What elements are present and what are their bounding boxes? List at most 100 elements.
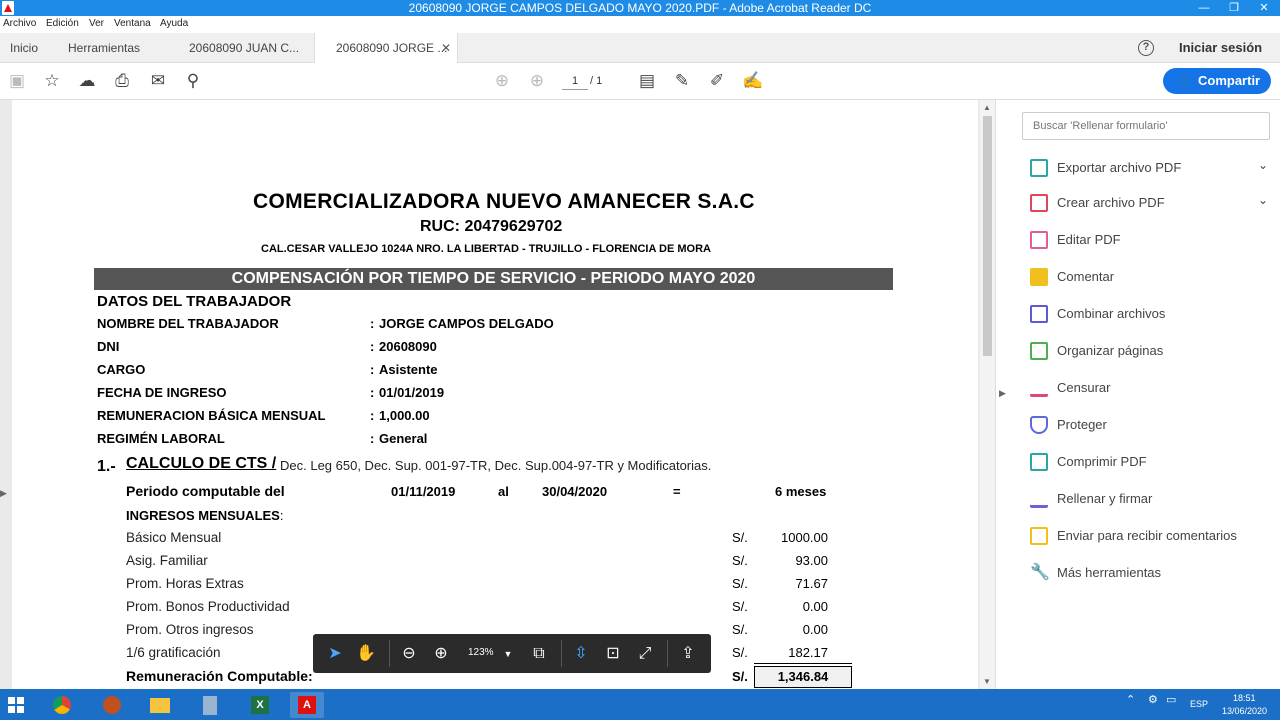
- upload-cloud-icon[interactable]: ☁: [77, 71, 97, 91]
- field-label: CARGO: [97, 362, 146, 377]
- tray-expand-icon[interactable]: ⌃: [1126, 693, 1135, 706]
- file-explorer-icon[interactable]: [143, 692, 177, 718]
- export-pdf-icon: [1030, 159, 1048, 177]
- field-value: 20608090: [379, 339, 437, 354]
- save-icon[interactable]: ▣: [7, 71, 27, 91]
- tab-inicio[interactable]: Inicio: [10, 33, 38, 63]
- sign-icon[interactable]: ✍: [742, 71, 763, 91]
- field-colon: :: [370, 408, 375, 423]
- tool-compress[interactable]: Comprimir PDF: [1028, 451, 1280, 475]
- search-icon[interactable]: ⚲: [183, 71, 203, 91]
- page-number-input[interactable]: 1: [562, 72, 588, 90]
- zoom-out-icon[interactable]: ⊖: [399, 644, 419, 664]
- clock-date[interactable]: 13/06/2020: [1222, 706, 1267, 716]
- fit-page-icon[interactable]: ⊡: [603, 644, 623, 664]
- draw-icon[interactable]: ✐: [707, 71, 727, 91]
- tool-fill-sign[interactable]: Rellenar y firmar: [1028, 488, 1280, 512]
- tab-doc-jorge[interactable]: 20608090 JORGE ... ✕: [314, 33, 458, 64]
- currency-symbol: S/.: [732, 576, 748, 591]
- share-button[interactable]: 👤 Compartir: [1163, 68, 1271, 94]
- comment-icon[interactable]: ▤: [637, 71, 657, 91]
- tool-export-pdf[interactable]: Exportar archivo PDF ⌄: [1028, 157, 1280, 181]
- help-icon[interactable]: ?: [1138, 40, 1154, 56]
- signin-link[interactable]: Iniciar sesión: [1179, 40, 1262, 55]
- tool-label: Organizar páginas: [1057, 343, 1164, 358]
- document-viewer[interactable]: ▶ COMERCIALIZADORA NUEVO AMANECER S.A.C …: [0, 100, 995, 689]
- tool-combine[interactable]: Combinar archivos: [1028, 303, 1280, 327]
- vertical-scrollbar[interactable]: ▲ ▼: [980, 100, 995, 689]
- period-label: Periodo computable del: [126, 483, 285, 499]
- combine-files-icon: [1030, 305, 1048, 323]
- left-panel-toggle-icon[interactable]: ▶: [0, 488, 7, 499]
- scroll-down-icon[interactable]: ▼: [983, 677, 991, 686]
- tab-doc-juan[interactable]: 20608090 JUAN C...: [178, 33, 314, 63]
- calculator-icon[interactable]: [193, 692, 227, 718]
- menu-ayuda[interactable]: Ayuda: [160, 18, 188, 29]
- income-label: Prom. Otros ingresos: [126, 622, 254, 637]
- chrome-icon[interactable]: [45, 692, 79, 718]
- tool-protect[interactable]: Proteger: [1028, 414, 1280, 438]
- tool-more[interactable]: 🔧 Más herramientas: [1028, 562, 1280, 586]
- edit-pdf-icon: [1030, 231, 1048, 249]
- currency-symbol: S/.: [732, 599, 748, 614]
- zoom-level[interactable]: 123%: [468, 647, 494, 658]
- tool-redact[interactable]: Censurar: [1028, 377, 1280, 401]
- period-equals: =: [673, 484, 681, 499]
- chevron-down-icon[interactable]: ⌄: [1258, 158, 1268, 172]
- tool-label: Enviar para recibir comentarios: [1057, 528, 1237, 543]
- language-indicator[interactable]: ESP: [1190, 699, 1208, 709]
- select-cursor-icon[interactable]: ➤: [325, 644, 345, 664]
- print-icon[interactable]: ⎙: [112, 71, 132, 91]
- scroll-thumb[interactable]: [983, 116, 992, 356]
- period-from: 01/11/2019: [391, 484, 456, 499]
- clock-time[interactable]: 18:51: [1233, 693, 1256, 703]
- menu-ventana[interactable]: Ventana: [114, 18, 151, 29]
- tool-send-comments[interactable]: Enviar para recibir comentarios: [1028, 525, 1280, 549]
- field-value: General: [379, 431, 428, 446]
- hand-tool-icon[interactable]: ✋: [356, 644, 376, 664]
- field-value: JORGE CAMPOS DELGADO: [379, 316, 554, 331]
- close-window-button[interactable]: ✕: [1250, 0, 1278, 16]
- minimize-button[interactable]: —: [1190, 0, 1218, 16]
- prev-page-icon[interactable]: ⊕: [492, 71, 512, 91]
- tools-search-input[interactable]: [1022, 112, 1270, 140]
- menu-edicion[interactable]: Edición: [46, 18, 79, 29]
- chevron-down-icon[interactable]: ⌄: [1258, 193, 1268, 207]
- tool-comment[interactable]: Comentar: [1028, 266, 1280, 290]
- right-panel-toggle[interactable]: ▶: [995, 100, 1010, 689]
- tool-organize[interactable]: Organizar páginas: [1028, 340, 1280, 364]
- zoom-in-icon[interactable]: ⊕: [431, 644, 451, 664]
- total-value: 1,346.84: [754, 666, 852, 688]
- highlight-pen-icon[interactable]: ✎: [672, 71, 692, 91]
- next-page-icon[interactable]: ⊕: [527, 71, 547, 91]
- battery-icon[interactable]: ▭: [1166, 693, 1176, 706]
- menu-ver[interactable]: Ver: [89, 18, 104, 29]
- tool-label: Más herramientas: [1057, 565, 1162, 580]
- separator: [389, 640, 390, 667]
- field-label: REGIMÉN LABORAL: [97, 431, 225, 446]
- close-tab-icon[interactable]: ✕: [441, 33, 451, 63]
- network-icon[interactable]: ⚙: [1148, 693, 1158, 706]
- tab-herramientas[interactable]: Herramientas: [68, 33, 140, 63]
- organize-pages-icon: [1030, 342, 1048, 360]
- full-screen-icon[interactable]: ⤢: [635, 644, 655, 664]
- excel-icon[interactable]: X: [243, 692, 277, 718]
- restore-button[interactable]: ❐: [1220, 0, 1248, 16]
- scroll-mode-icon[interactable]: ⇳: [571, 644, 591, 664]
- star-icon[interactable]: ☆: [42, 71, 62, 91]
- baseball-glove-app-icon[interactable]: [95, 692, 129, 718]
- scroll-up-icon[interactable]: ▲: [983, 103, 991, 112]
- read-aloud-icon[interactable]: ⇪: [678, 644, 698, 664]
- zoom-dropdown-icon[interactable]: ▼: [498, 644, 518, 664]
- ingresos-label: INGRESOS MENSUALES:: [126, 508, 283, 523]
- mail-icon[interactable]: ✉: [148, 71, 168, 91]
- page-view-icon[interactable]: ⧉: [529, 644, 549, 664]
- windows-start-icon[interactable]: [8, 697, 24, 713]
- income-label: Asig. Familiar: [126, 553, 208, 568]
- menu-archivo[interactable]: Archivo: [3, 18, 36, 29]
- tool-create-pdf[interactable]: Crear archivo PDF ⌄: [1028, 192, 1280, 216]
- windows-taskbar: X A ⌃ ⚙ ▭ ESP 18:51 13/06/2020: [0, 689, 1280, 720]
- tool-edit-pdf[interactable]: Editar PDF: [1028, 229, 1280, 253]
- right-panel-toggle-icon[interactable]: ▶: [999, 388, 1006, 399]
- acrobat-taskbar-icon[interactable]: A: [290, 692, 324, 718]
